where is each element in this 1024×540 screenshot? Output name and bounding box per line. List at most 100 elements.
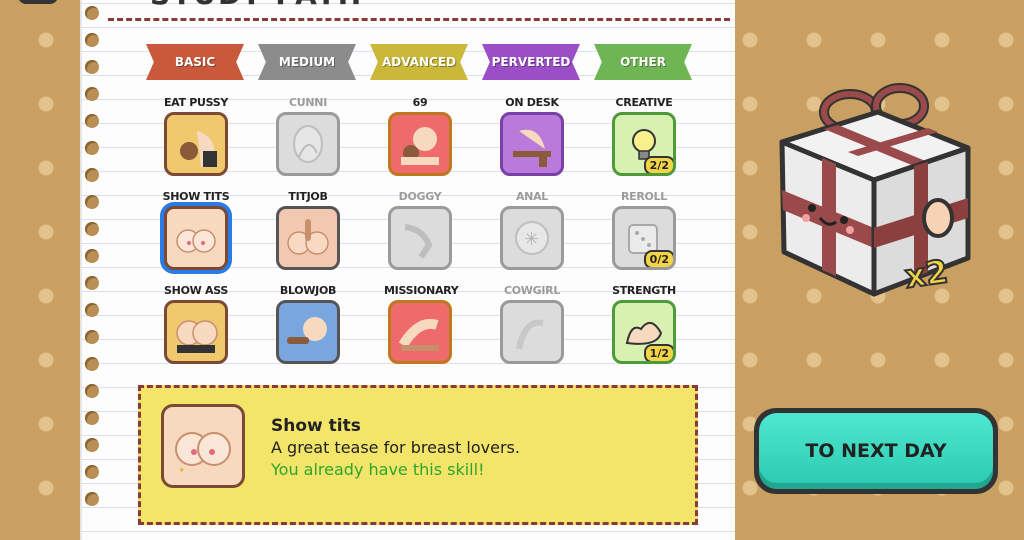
ring-hole <box>85 114 99 128</box>
skill-description-title: Show tits <box>271 416 361 436</box>
skill-tile[interactable] <box>276 206 340 270</box>
next-day-button[interactable]: TO NEXT DAY <box>754 408 998 494</box>
lips-icon <box>285 121 331 167</box>
selected-skill-icon: ✦ <box>161 404 245 488</box>
skill-blowjob[interactable]: BLOWJOB <box>272 284 344 364</box>
tab-medium[interactable]: MEDIUM <box>258 44 356 80</box>
ring-hole <box>85 168 99 182</box>
skill-tile[interactable] <box>388 112 452 176</box>
skill-label: CREATIVE <box>615 96 673 109</box>
tab-perverted[interactable]: PERVERTED <box>482 44 580 80</box>
svg-text:✳: ✳ <box>524 229 539 249</box>
next-day-label: TO NEXT DAY <box>759 413 993 489</box>
tab-advanced[interactable]: ADVANCED <box>370 44 468 80</box>
skill-label: ON DESK <box>505 96 559 109</box>
doggy-icon <box>397 215 443 261</box>
ring-hole <box>85 303 99 317</box>
desk-icon <box>509 121 555 167</box>
skill-tile[interactable]: 0/2 <box>612 206 676 270</box>
tab-other[interactable]: OTHER <box>594 44 692 80</box>
skill-label: BLOWJOB <box>279 284 337 297</box>
skill-tile[interactable] <box>164 300 228 364</box>
blowjob-icon <box>285 309 331 355</box>
missionary-icon <box>397 309 443 355</box>
lick-icon <box>173 121 219 167</box>
titjob-icon <box>285 215 331 261</box>
ring-hole <box>85 195 99 209</box>
hud-corner <box>18 0 58 4</box>
skill-tile[interactable] <box>388 300 452 364</box>
skill-titjob[interactable]: TITJOB <box>272 190 344 270</box>
skill-label: DOGGY <box>398 190 442 203</box>
skill-on-desk[interactable]: ON DESK <box>496 96 568 176</box>
skill-strength[interactable]: STRENGTH 1/2 <box>608 284 680 364</box>
skill-label: MISSIONARY <box>384 284 459 297</box>
svg-text:✦: ✦ <box>178 465 186 475</box>
page-title: STUDY PATH <box>150 0 363 11</box>
ring-hole <box>85 330 99 344</box>
skill-tile[interactable] <box>276 300 340 364</box>
skill-label: 69 <box>412 96 428 109</box>
skill-doggy[interactable]: DOGGY <box>384 190 456 270</box>
skill-cowgirl[interactable]: COWGIRL <box>496 284 568 364</box>
skill-owned-status: You already have this skill! <box>271 460 485 479</box>
skill-label: SHOW ASS <box>164 284 228 297</box>
skill-label: CUNNI <box>288 96 327 109</box>
skill-tile[interactable]: 2/2 <box>612 112 676 176</box>
tits-icon: ✦ <box>175 432 231 475</box>
gift-box-icon <box>778 82 978 302</box>
skill-label: STRENGTH <box>612 284 676 297</box>
skill-label: REROLL <box>620 190 668 203</box>
skill-description-panel: ✦ Show tits A great tease for breast lov… <box>138 385 698 525</box>
skill-label: EAT PUSSY <box>163 96 229 109</box>
ring-hole <box>85 6 99 20</box>
notebook-rings <box>82 0 104 512</box>
reward-multiplier: x2 <box>902 251 952 297</box>
skill-missionary[interactable]: MISSIONARY <box>384 284 459 364</box>
skill-show-ass[interactable]: SHOW ASS <box>160 284 232 364</box>
ass-icon <box>173 309 219 355</box>
ring-hole <box>85 249 99 263</box>
skill-progress-badge: 2/2 <box>643 156 673 173</box>
tab-basic[interactable]: BASIC <box>146 44 244 80</box>
skill-tile[interactable] <box>276 112 340 176</box>
skill-tile[interactable] <box>500 112 564 176</box>
snowflake-icon: ✳ <box>509 215 555 261</box>
skill-creative[interactable]: CREATIVE 2/2 <box>608 96 680 176</box>
tits-icon <box>173 215 219 261</box>
sixtynine-icon <box>397 121 443 167</box>
skill-label: TITJOB <box>288 190 328 203</box>
skill-cunni[interactable]: CUNNI <box>272 96 344 176</box>
title-divider <box>108 18 730 21</box>
skill-progress-badge: 0/2 <box>643 250 673 267</box>
skill-tile[interactable] <box>388 206 452 270</box>
ring-hole <box>85 60 99 74</box>
ring-hole <box>85 384 99 398</box>
skill-show-tits[interactable]: SHOW TITS <box>160 190 232 270</box>
ring-hole <box>85 492 99 506</box>
ring-hole <box>85 222 99 236</box>
ring-hole <box>85 438 99 452</box>
skill-tile[interactable] <box>164 206 228 270</box>
ring-hole <box>85 357 99 371</box>
skill-tile[interactable]: ✳ <box>500 206 564 270</box>
skill-anal[interactable]: ANAL ✳ <box>496 190 568 270</box>
skill-tile[interactable] <box>164 112 228 176</box>
skill-progress-badge: 1/2 <box>643 344 673 361</box>
skill-69[interactable]: 69 <box>384 96 456 176</box>
ring-hole <box>85 141 99 155</box>
skill-eat-pussy[interactable]: EAT PUSSY <box>160 96 232 176</box>
ring-hole <box>85 465 99 479</box>
ring-hole <box>85 87 99 101</box>
ring-hole <box>85 33 99 47</box>
skill-label: SHOW TITS <box>162 190 230 203</box>
ring-hole <box>85 411 99 425</box>
cowgirl-icon <box>509 309 555 355</box>
skill-reroll[interactable]: REROLL 0/2 <box>608 190 680 270</box>
skill-label: ANAL <box>515 190 549 203</box>
skill-label: COWGIRL <box>503 284 561 297</box>
skill-description-text: A great tease for breast lovers. <box>271 438 520 457</box>
ring-hole <box>85 276 99 290</box>
skill-tile[interactable]: 1/2 <box>612 300 676 364</box>
skill-tile[interactable] <box>500 300 564 364</box>
